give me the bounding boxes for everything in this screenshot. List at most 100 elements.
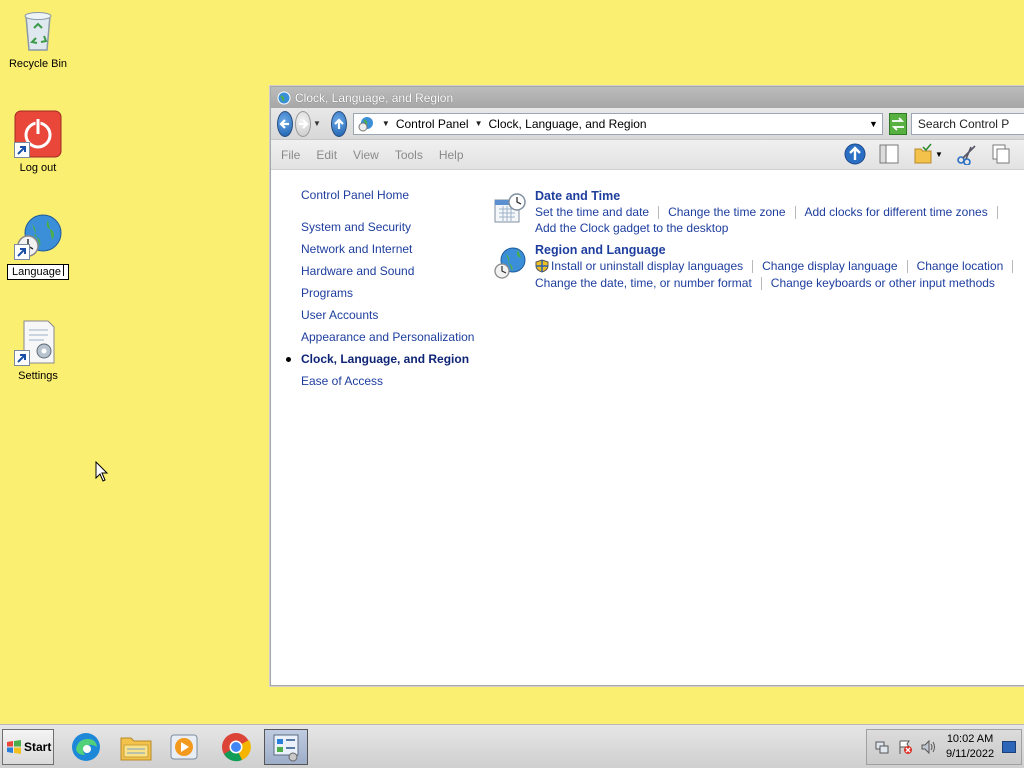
task-divider: [1012, 259, 1014, 273]
text-caret: [62, 265, 64, 276]
desktop-icon-language[interactable]: Language: [0, 212, 76, 280]
windows-flag-icon: [7, 740, 21, 754]
forward-button[interactable]: [295, 110, 311, 137]
task-add-clock-gadget[interactable]: Add the Clock gadget to the desktop: [535, 220, 728, 236]
task-change-keyboards[interactable]: Change keyboards or other input methods: [771, 275, 995, 291]
toolbar-cut-button[interactable]: [955, 142, 979, 166]
chrome-icon: [222, 733, 251, 762]
task-divider: [752, 259, 754, 273]
control-panel-icon: [277, 91, 291, 104]
task-row: Set the time and date Change the time zo…: [535, 204, 1007, 220]
sidebar-item-clock-language-region: Clock, Language, and Region: [285, 348, 474, 370]
system-tray: 10:02 AM 9/11/2022: [866, 729, 1022, 765]
address-history-dropdown-icon[interactable]: ▼: [869, 119, 878, 129]
arrow-right-icon: [299, 118, 309, 129]
sidebar-item-appearance-and-personalization[interactable]: Appearance and Personalization: [301, 326, 474, 348]
taskbar-clock[interactable]: 10:02 AM 9/11/2022: [946, 732, 994, 762]
recycle-bin-icon: [14, 6, 62, 54]
task-change-location[interactable]: Change location: [917, 258, 1004, 274]
taskbar-chrome[interactable]: [216, 729, 256, 765]
task-row: Change the date, time, or number format …: [535, 275, 1022, 291]
pane-icon: [879, 144, 899, 164]
task-divider: [658, 205, 660, 219]
toolbar-folders-button[interactable]: [877, 142, 901, 166]
window-titlebar[interactable]: Clock, Language, and Region: [271, 87, 1024, 108]
breadcrumb-control-panel[interactable]: Control Panel: [396, 117, 469, 131]
show-desktop-button[interactable]: [1002, 741, 1017, 753]
desktop-icon-recycle-bin[interactable]: Recycle Bin: [0, 6, 76, 71]
menu-help[interactable]: Help: [439, 148, 464, 162]
task-row: Install or uninstall display languages C…: [535, 258, 1022, 274]
clock-time: 10:02 AM: [946, 733, 994, 745]
refresh-button[interactable]: [888, 112, 907, 135]
start-label: Start: [24, 740, 52, 754]
sidebar-item-system-and-security[interactable]: System and Security: [301, 216, 474, 238]
task-divider: [996, 205, 998, 219]
taskbar-edge[interactable]: [66, 729, 106, 765]
taskbar-control-panel[interactable]: [264, 729, 308, 765]
task-divider: [906, 259, 908, 273]
task-install-display-languages[interactable]: Install or uninstall display languages: [551, 258, 743, 274]
desktop-icon-label: Settings: [18, 370, 58, 382]
breadcrumb-chevron-icon[interactable]: ▼: [382, 119, 390, 128]
navigation-bar: ▼ ▼ Control Panel ▼ Clock, Language, and…: [271, 108, 1024, 140]
category-title-region-and-language[interactable]: Region and Language: [535, 242, 1022, 258]
sidebar-item-programs[interactable]: Programs: [301, 282, 474, 304]
category-date-and-time: Date and Time Set the time and date Chan…: [493, 188, 1022, 236]
task-change-date-time-number-format[interactable]: Change the date, time, or number format: [535, 275, 752, 291]
rename-textbox[interactable]: Language: [7, 264, 69, 280]
sidebar: Control Panel Home System and Security N…: [285, 184, 474, 392]
task-add-clocks[interactable]: Add clocks for different time zones: [805, 204, 988, 220]
menu-edit[interactable]: Edit: [316, 148, 337, 162]
refresh-icon: [891, 116, 905, 131]
desktop-icon-label: Recycle Bin: [8, 58, 68, 70]
breadcrumb-current[interactable]: Clock, Language, and Region: [488, 117, 646, 131]
sidebar-item-ease-of-access[interactable]: Ease of Access: [301, 370, 474, 392]
recent-pages-dropdown-icon[interactable]: ▼: [313, 119, 321, 128]
start-button[interactable]: Start: [2, 729, 54, 765]
shortcut-arrow-icon: [14, 244, 30, 260]
control-panel-window[interactable]: Clock, Language, and Region ▼ ▼ Control …: [270, 86, 1024, 686]
up-button[interactable]: [330, 110, 347, 137]
sidebar-control-panel-home[interactable]: Control Panel Home: [301, 184, 474, 206]
category-title-date-and-time[interactable]: Date and Time: [535, 188, 1007, 204]
sidebar-item-hardware-and-sound[interactable]: Hardware and Sound: [301, 260, 474, 282]
category-region-and-language: Region and Language Install or uninstall…: [493, 242, 1022, 291]
taskbar-file-explorer[interactable]: [116, 729, 156, 765]
task-change-display-language[interactable]: Change display language: [762, 258, 897, 274]
action-center-flag-icon[interactable]: [897, 739, 913, 755]
sidebar-item-user-accounts[interactable]: User Accounts: [301, 304, 474, 326]
mouse-cursor-icon: [95, 461, 109, 482]
shortcut-arrow-icon: [14, 350, 30, 366]
taskbar-media-player[interactable]: [164, 729, 204, 765]
desktop-icon-settings[interactable]: Settings: [0, 318, 76, 383]
toolbar-copy-button[interactable]: [989, 142, 1013, 166]
breadcrumb-chevron-icon[interactable]: ▼: [475, 119, 483, 128]
search-input[interactable]: [910, 112, 1024, 135]
sidebar-item-network-and-internet[interactable]: Network and Internet: [301, 238, 474, 260]
task-set-time-and-date[interactable]: Set the time and date: [535, 204, 649, 220]
menu-tools[interactable]: Tools: [395, 148, 423, 162]
menu-bar: File Edit View Tools Help ▼: [271, 140, 1024, 170]
window-title: Clock, Language, and Region: [295, 90, 454, 105]
desktop-icon-log-out[interactable]: Log out: [0, 110, 76, 175]
toolbar-views-button[interactable]: ▼: [911, 142, 945, 166]
address-bar[interactable]: ▼ Control Panel ▼ Clock, Language, and R…: [352, 112, 883, 135]
edge-icon: [72, 733, 100, 761]
back-button[interactable]: [277, 110, 293, 137]
globe-clock-icon: [494, 247, 526, 279]
menu-view[interactable]: View: [353, 148, 379, 162]
calendar-clock-icon: [494, 193, 526, 223]
main-panel: Date and Time Set the time and date Chan…: [493, 188, 1022, 295]
menu-file[interactable]: File: [281, 148, 300, 162]
desktop-icon-label: Log out: [19, 162, 57, 174]
settings-document-icon: [14, 318, 62, 366]
task-divider: [760, 276, 762, 290]
volume-icon[interactable]: [920, 739, 936, 755]
toolbar-up-button[interactable]: [843, 142, 867, 166]
globe-clock-icon: [14, 212, 62, 260]
network-icon[interactable]: [874, 739, 890, 755]
task-change-time-zone[interactable]: Change the time zone: [668, 204, 785, 220]
file-explorer-icon: [120, 737, 152, 761]
control-panel-icon: [273, 734, 299, 762]
